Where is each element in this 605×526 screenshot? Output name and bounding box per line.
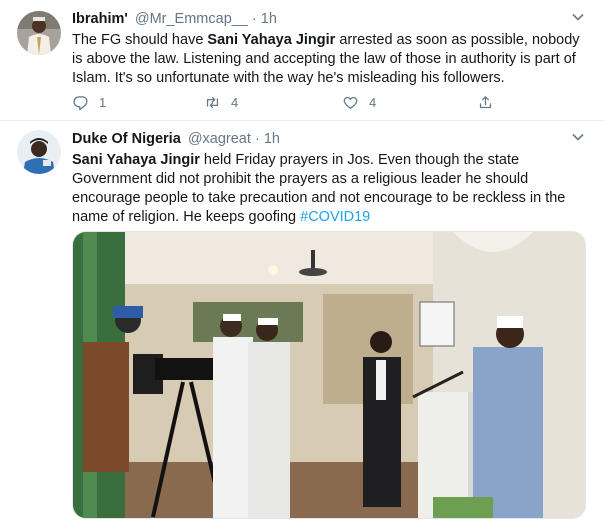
reply-count: 1 [99, 94, 107, 110]
heart-icon [343, 96, 358, 109]
retweet-icon [206, 96, 219, 108]
share-button[interactable] [477, 93, 494, 111]
avatar[interactable] [17, 130, 61, 174]
like-button[interactable]: 4 [342, 93, 376, 111]
retweet-button[interactable]: 4 [204, 93, 238, 111]
separator-dot: · [254, 131, 260, 147]
separator-dot: · [251, 11, 257, 27]
retweet-count: 4 [231, 94, 239, 110]
share-icon [479, 95, 492, 108]
display-name[interactable]: Ibrahim' [72, 11, 128, 27]
user-handle[interactable]: @Mr_Emmcap__ [135, 11, 248, 27]
tweet-ibrahim[interactable]: Ibrahim' @Mr_Emmcap__ · 1h The FG should… [0, 0, 605, 121]
tweet-photo[interactable] [72, 231, 586, 519]
timestamp[interactable]: 1h [261, 11, 277, 27]
like-count: 4 [369, 94, 377, 110]
timestamp[interactable]: 1h [264, 131, 280, 147]
hashtag-link[interactable]: #COVID19 [300, 209, 370, 225]
mosque-prayer-photo [73, 232, 585, 518]
tweet-duke-of-nigeria[interactable]: Duke Of Nigeria @xagreat · 1h Sani Yahay… [0, 122, 605, 526]
reply-button[interactable]: 1 [72, 93, 106, 111]
bold-mention: Sani Yahaya Jingir [72, 152, 200, 168]
chevron-down-icon[interactable] [571, 10, 585, 24]
tweet-header: Duke Of Nigeria @xagreat · 1h [72, 131, 280, 147]
user-handle[interactable]: @xagreat [188, 131, 251, 147]
bold-mention: Sani Yahaya Jingir [207, 32, 336, 48]
tweet-actions: 1 4 4 [72, 93, 512, 111]
chevron-down-icon[interactable] [571, 130, 585, 144]
tweet-header: Ibrahim' @Mr_Emmcap__ · 1h [72, 11, 277, 27]
display-name[interactable]: Duke Of Nigeria [72, 131, 181, 147]
tweet-text: Sani Yahaya Jingir held Friday prayers i… [72, 151, 592, 227]
tweet-text: The FG should have Sani Yahaya Jingir ar… [72, 31, 592, 88]
avatar[interactable] [17, 11, 61, 55]
reply-icon [73, 95, 88, 110]
text-part: The FG should have [72, 32, 208, 48]
